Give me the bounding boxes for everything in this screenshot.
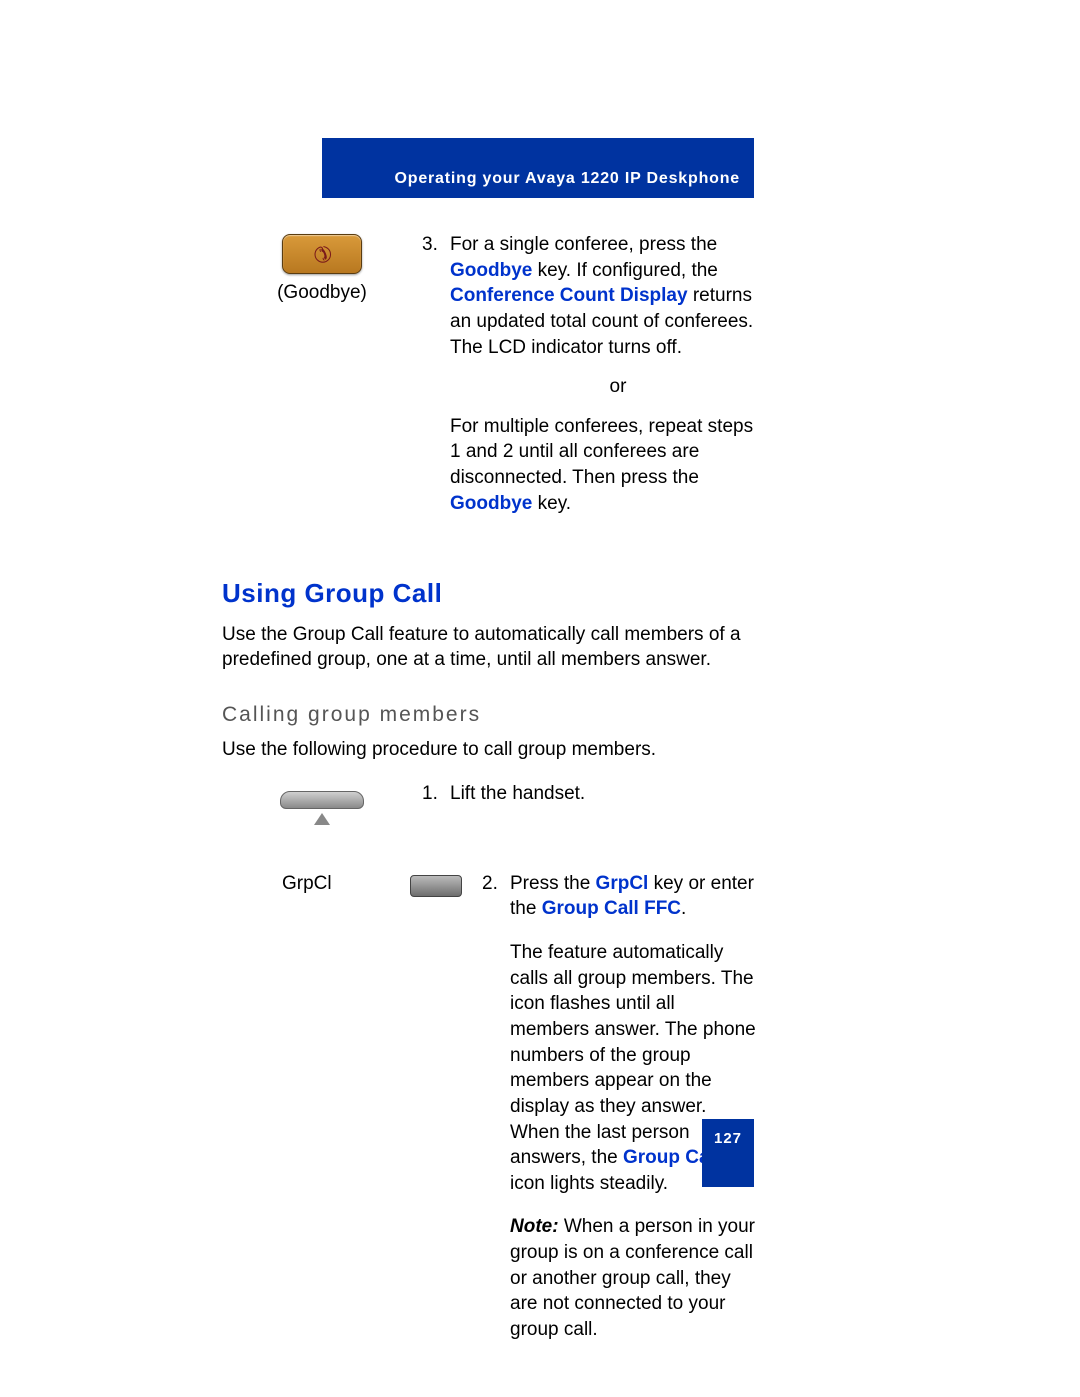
section-intro: Use the Group Call feature to automatica… <box>222 622 758 673</box>
note-label: Note: <box>510 1216 559 1237</box>
page-number-text: 127 <box>714 1129 742 1149</box>
goodbye-key-figure: ✆ (Goodbye) <box>222 232 422 306</box>
goodbye-caption: (Goodbye) <box>222 280 422 306</box>
step-2-row: GrpCl 2. Press the GrpCl key or enter th… <box>222 871 758 1343</box>
step-3-text: 3. For a single conferee, press the Good… <box>422 232 758 516</box>
step-2-text: 2. Press the GrpCl key or enter the Grou… <box>482 871 758 1343</box>
handset-figure <box>222 781 422 841</box>
softkey-icon <box>410 875 462 897</box>
step-1-text: 1. Lift the handset. <box>422 781 758 807</box>
step-body: For a single conferee, press the Goodbye… <box>450 232 758 516</box>
document-page: Operating your Avaya 1220 IP Deskphone ✆… <box>0 0 1080 1397</box>
or-separator: or <box>478 374 758 400</box>
goodbye-key-icon: ✆ <box>282 234 362 274</box>
phone-hangup-icon: ✆ <box>305 237 339 271</box>
step-body: Lift the handset. <box>450 781 758 807</box>
page-number: 127 <box>702 1119 754 1187</box>
step-2-note: Note: When a person in your group is on … <box>510 1214 758 1342</box>
goodbye-term: Goodbye <box>450 260 532 281</box>
running-header: Operating your Avaya 1220 IP Deskphone <box>322 138 754 198</box>
subsection-heading: Calling group members <box>222 701 758 729</box>
step-1-row: 1. Lift the handset. <box>222 781 758 841</box>
goodbye-term-2: Goodbye <box>450 493 532 514</box>
group-call-ffc-term: Group Call FFC <box>542 898 681 919</box>
subsection-intro: Use the following procedure to call grou… <box>222 737 758 763</box>
grpcl-label: GrpCl <box>222 871 402 897</box>
grpcl-term: GrpCl <box>596 873 649 894</box>
step-body: Press the GrpCl key or enter the Group C… <box>510 871 758 1343</box>
grpcl-key-figure <box>402 871 482 899</box>
step-number: 2. <box>482 871 510 1343</box>
page-content: ✆ (Goodbye) 3. For a single conferee, pr… <box>222 232 758 1343</box>
step-number: 1. <box>422 781 450 807</box>
running-header-text: Operating your Avaya 1220 IP Deskphone <box>395 168 741 190</box>
lift-handset-icon <box>277 791 367 841</box>
section-heading: Using Group Call <box>222 576 758 611</box>
conference-count-display-term: Conference Count Display <box>450 285 688 306</box>
step-number: 3. <box>422 232 450 516</box>
step-3-row: ✆ (Goodbye) 3. For a single conferee, pr… <box>222 232 758 516</box>
